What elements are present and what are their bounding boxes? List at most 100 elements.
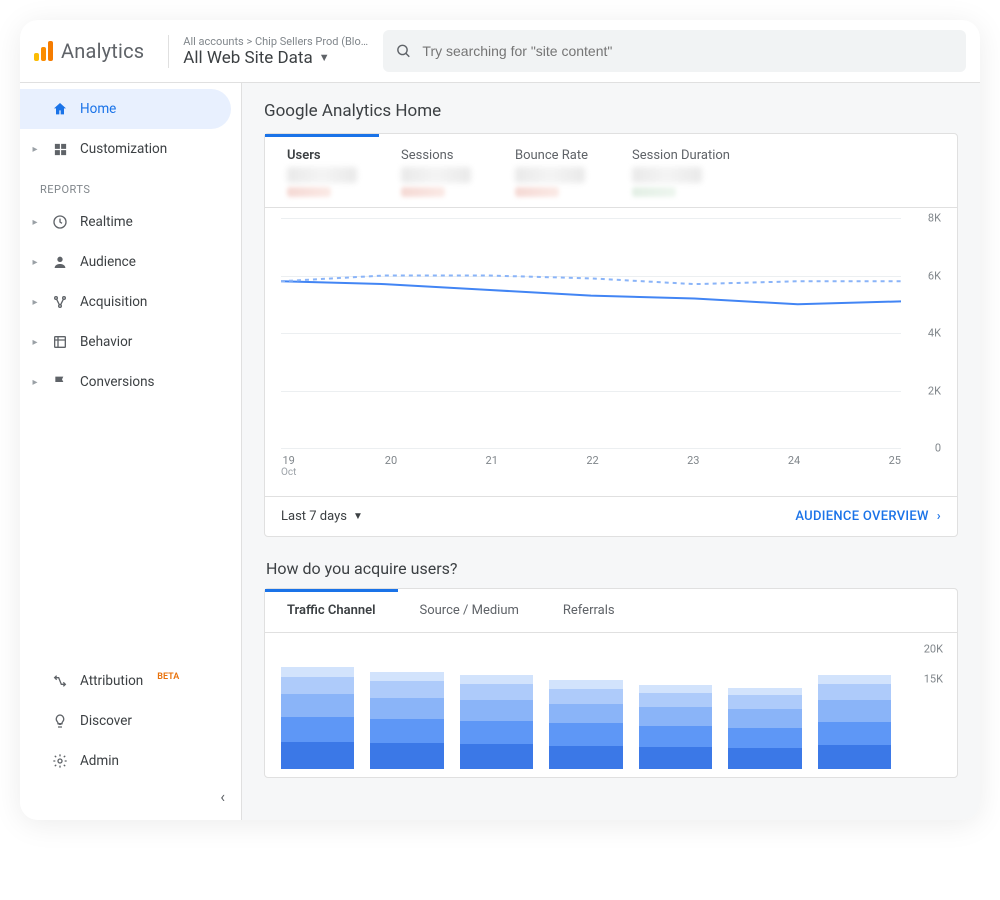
expand-caret-icon: ▸ (30, 297, 40, 308)
metric-delta-blurred (287, 187, 331, 197)
acquire-tabs: Traffic Channel Source / Medium Referral… (265, 589, 957, 633)
x-axis-label: 21 (486, 454, 498, 478)
analytics-logo-icon (34, 41, 53, 61)
search-input[interactable] (422, 43, 954, 59)
sidebar-item-attribution[interactable]: Attribution BETA (20, 661, 241, 701)
bar-column (281, 667, 354, 769)
sidebar-item-label: Discover (80, 713, 132, 729)
gear-icon (50, 753, 70, 769)
flag-icon (50, 374, 70, 390)
sidebar-item-realtime[interactable]: ▸ Realtime (20, 202, 241, 242)
metric-tabs: Users Sessions Bounce Rate (265, 134, 957, 208)
app-window: Analytics All accounts > Chip Sellers Pr… (20, 20, 980, 820)
metric-value-blurred (287, 167, 357, 183)
users-chart: 0 2K 4K 6K 8K 19Oct 20 21 22 23 24 25 (265, 208, 957, 496)
sidebar-item-home[interactable]: Home (20, 89, 231, 129)
section-title-acquire: How do you acquire users? (266, 559, 958, 578)
search-bar[interactable] (383, 30, 966, 72)
metric-value-blurred (632, 167, 702, 183)
sidebar-item-audience[interactable]: ▸ Audience (20, 242, 241, 282)
tab-traffic-channel[interactable]: Traffic Channel (265, 589, 398, 632)
chevron-left-icon: ‹ (220, 787, 225, 806)
property-selector[interactable]: All accounts > Chip Sellers Prod (Blog/.… (168, 35, 373, 68)
sidebar-item-acquisition[interactable]: ▸ Acquisition (20, 282, 241, 322)
y-axis-label: 20K (924, 643, 943, 656)
sidebar-item-label: Realtime (80, 214, 133, 230)
x-axis-label: 23 (687, 454, 699, 478)
expand-caret-icon: ▸ (30, 337, 40, 348)
page-title: Google Analytics Home (264, 101, 958, 121)
y-axis-label: 2K (928, 384, 941, 397)
attribution-icon (50, 673, 70, 689)
sidebar-item-label: Audience (80, 254, 136, 270)
chevron-right-icon: › (937, 509, 941, 524)
tab-label: Session Duration (632, 148, 730, 163)
sidebar-item-customization[interactable]: ▸ Customization (20, 129, 241, 169)
tab-label: Bounce Rate (515, 148, 588, 163)
audience-overview-link[interactable]: AUDIENCE OVERVIEW › (795, 509, 941, 524)
tab-label: Users (287, 148, 357, 163)
expand-caret-icon: ▸ (30, 217, 40, 228)
bar-column (370, 672, 443, 769)
main-content: Google Analytics Home Users Sessions (242, 83, 980, 820)
sidebar-item-discover[interactable]: Discover (20, 701, 241, 741)
sidebar-item-label: Acquisition (80, 294, 147, 310)
sidebar-item-behavior[interactable]: ▸ Behavior (20, 322, 241, 362)
tab-sessions[interactable]: Sessions (379, 134, 493, 207)
tab-source-medium[interactable]: Source / Medium (398, 589, 541, 632)
search-icon (395, 42, 412, 60)
clock-icon (50, 214, 70, 230)
dropdown-caret-icon: ▼ (353, 511, 363, 522)
bulb-icon (50, 713, 70, 729)
sidebar-section-reports: REPORTS (20, 169, 241, 202)
sidebar-item-conversions[interactable]: ▸ Conversions (20, 362, 241, 402)
link-label: AUDIENCE OVERVIEW (795, 509, 928, 524)
y-axis-label: 6K (928, 269, 941, 282)
y-axis-label: 8K (928, 212, 941, 225)
expand-caret-icon: ▸ (30, 377, 40, 388)
dropdown-caret-icon: ▼ (319, 51, 330, 64)
sidebar-item-label: Customization (80, 141, 167, 157)
x-axis-label: 19Oct (281, 454, 296, 478)
tab-session-duration[interactable]: Session Duration (610, 134, 752, 207)
person-icon (50, 254, 70, 270)
metric-delta-blurred (401, 187, 445, 197)
collapse-sidebar-button[interactable]: ‹ (20, 781, 241, 812)
tab-referrals[interactable]: Referrals (541, 589, 637, 632)
tab-bounce-rate[interactable]: Bounce Rate (493, 134, 610, 207)
metric-value-blurred (515, 167, 585, 183)
metric-value-blurred (401, 167, 471, 183)
breadcrumb: All accounts > Chip Sellers Prod (Blog/.… (183, 35, 373, 48)
overview-card: Users Sessions Bounce Rate (264, 133, 958, 537)
y-axis-label: 0 (935, 442, 941, 455)
acquisition-icon (50, 294, 70, 310)
sidebar-item-label: Conversions (80, 374, 155, 390)
header: Analytics All accounts > Chip Sellers Pr… (20, 20, 980, 83)
sidebar-item-admin[interactable]: Admin (20, 741, 241, 781)
brand-name: Analytics (61, 39, 144, 63)
traffic-channel-chart: 15K 20K (265, 633, 957, 777)
expand-caret-icon: ▸ (30, 144, 40, 155)
y-axis-label: 15K (924, 673, 943, 686)
dashboard-icon (50, 142, 70, 157)
x-axis-label: 20 (385, 454, 397, 478)
bar-column (460, 675, 533, 769)
acquire-card: Traffic Channel Source / Medium Referral… (264, 588, 958, 778)
sidebar: Home ▸ Customization REPORTS ▸ (20, 83, 242, 820)
property-name: All Web Site Data (183, 48, 312, 68)
x-axis-label: 25 (889, 454, 901, 478)
beta-badge: BETA (157, 672, 179, 682)
sidebar-item-label: Home (80, 101, 116, 117)
home-icon (50, 101, 70, 117)
sidebar-item-label: Attribution (80, 673, 143, 689)
bar-column (639, 685, 712, 769)
y-axis-label: 4K (928, 327, 941, 340)
x-axis-label: 22 (586, 454, 598, 478)
tab-users[interactable]: Users (265, 134, 379, 207)
bar-column (728, 688, 801, 769)
bar-column (549, 680, 622, 769)
x-axis-label: 24 (788, 454, 800, 478)
sidebar-item-label: Admin (80, 753, 119, 769)
date-range-selector[interactable]: Last 7 days ▼ (281, 509, 363, 524)
behavior-icon (50, 334, 70, 350)
